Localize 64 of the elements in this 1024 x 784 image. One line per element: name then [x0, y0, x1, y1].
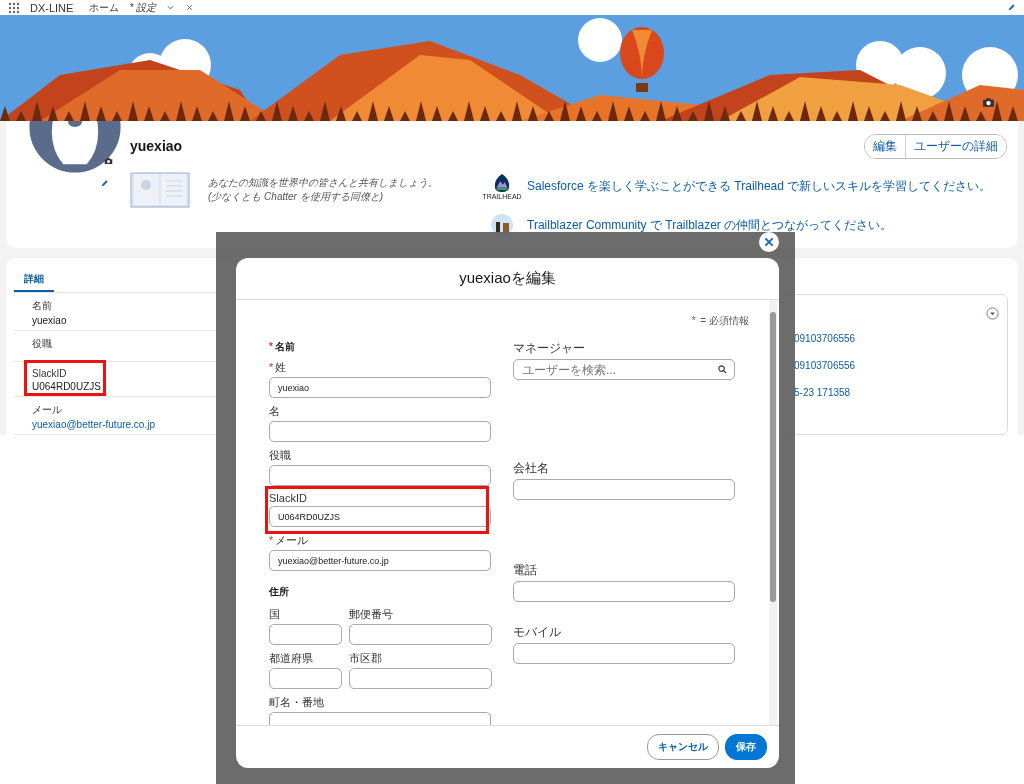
- app-launcher-icon[interactable]: [8, 1, 20, 14]
- field-label: SlackID: [32, 368, 68, 379]
- text-field[interactable]: [513, 479, 735, 500]
- modal-title: yuexiaoを編集: [459, 269, 556, 288]
- field-label: 名前: [32, 299, 53, 313]
- field-label: 国: [269, 607, 281, 622]
- pencil-icon[interactable]: [1007, 3, 1016, 12]
- details-tab[interactable]: 詳細: [14, 272, 54, 292]
- nav-tab[interactable]: ホーム: [89, 0, 120, 15]
- field-label: SlackID: [269, 492, 308, 504]
- text-field[interactable]: [349, 624, 492, 645]
- text-field[interactable]: yuexiao@better-future.co.jp: [269, 550, 491, 571]
- close-icon[interactable]: [185, 3, 195, 12]
- text-field[interactable]: [269, 465, 491, 486]
- field-label: 郵便番号: [349, 607, 394, 622]
- field-label: * 姓: [269, 360, 288, 375]
- text-field[interactable]: [513, 643, 735, 664]
- required-legend: * = 必須情報: [269, 314, 749, 328]
- search-field[interactable]: ユーザーを検索...: [513, 359, 735, 380]
- pencil-icon[interactable]: [100, 179, 109, 188]
- trailhead-link[interactable]: Salesforce を楽しく学ぶことができる Trailhead で新しいスキルを学習してください。: [527, 178, 992, 195]
- open-book-icon: [130, 171, 190, 209]
- field-label: 役職: [269, 448, 292, 463]
- text-field[interactable]: [269, 668, 342, 689]
- field-value: U064RD0UZJS: [32, 381, 102, 392]
- trailblazer-link[interactable]: Trailblazer Community で Trailblazer の仲間とつながってください。: [527, 216, 893, 234]
- section-heading: 住所: [269, 585, 290, 599]
- field-label: 電話: [513, 562, 538, 579]
- camera-icon[interactable]: [104, 157, 113, 165]
- text-field[interactable]: [349, 668, 492, 689]
- mountain-badge-icon: [493, 173, 511, 193]
- field-label: 都道府県: [269, 651, 314, 666]
- close-button[interactable]: [759, 232, 779, 252]
- scrollbar[interactable]: [769, 300, 777, 725]
- text-field[interactable]: [513, 581, 735, 602]
- field-label: メール: [32, 403, 63, 417]
- field-label: 会社名: [513, 460, 550, 477]
- dropdown-icon[interactable]: [986, 307, 999, 320]
- field-label: * メール: [269, 533, 310, 548]
- profile-name: yuexiao: [130, 138, 184, 154]
- text-field[interactable]: [269, 624, 342, 645]
- chevron-down-icon[interactable]: [166, 3, 176, 12]
- nav-tab[interactable]: * 設定: [129, 0, 157, 15]
- field-label: 役職: [32, 337, 53, 351]
- close-icon: [763, 236, 775, 248]
- field-label: マネージャー: [513, 340, 586, 357]
- cancel-button[interactable]: キャンセル: [647, 734, 719, 760]
- chatter-prompt-text: (少なくとも Chatter を使用する同僚と): [208, 190, 384, 204]
- profile-action-button[interactable]: ユーザーの詳細: [905, 135, 1006, 158]
- text-field[interactable]: U064RD0UZJS: [269, 506, 491, 527]
- chatter-prompt-text: あなたの知識を世界中の皆さんと共有しましょう。: [208, 176, 438, 190]
- field-value: yuexiao: [32, 315, 68, 326]
- field-label: モバイル: [513, 624, 562, 641]
- section-heading: * 名前: [269, 340, 296, 354]
- search-icon: [718, 365, 727, 374]
- field-label: 名: [269, 404, 281, 419]
- save-button[interactable]: 保存: [725, 734, 767, 760]
- field-label: 市区郡: [349, 651, 383, 666]
- text-field[interactable]: yuexiao: [269, 377, 491, 398]
- email-link[interactable]: yuexiao@better-future.co.jp: [32, 419, 216, 430]
- text-field[interactable]: [269, 421, 491, 442]
- field-label: 町名・番地: [269, 695, 325, 710]
- camera-icon[interactable]: [982, 97, 995, 108]
- app-name: DX-LINE: [30, 1, 74, 14]
